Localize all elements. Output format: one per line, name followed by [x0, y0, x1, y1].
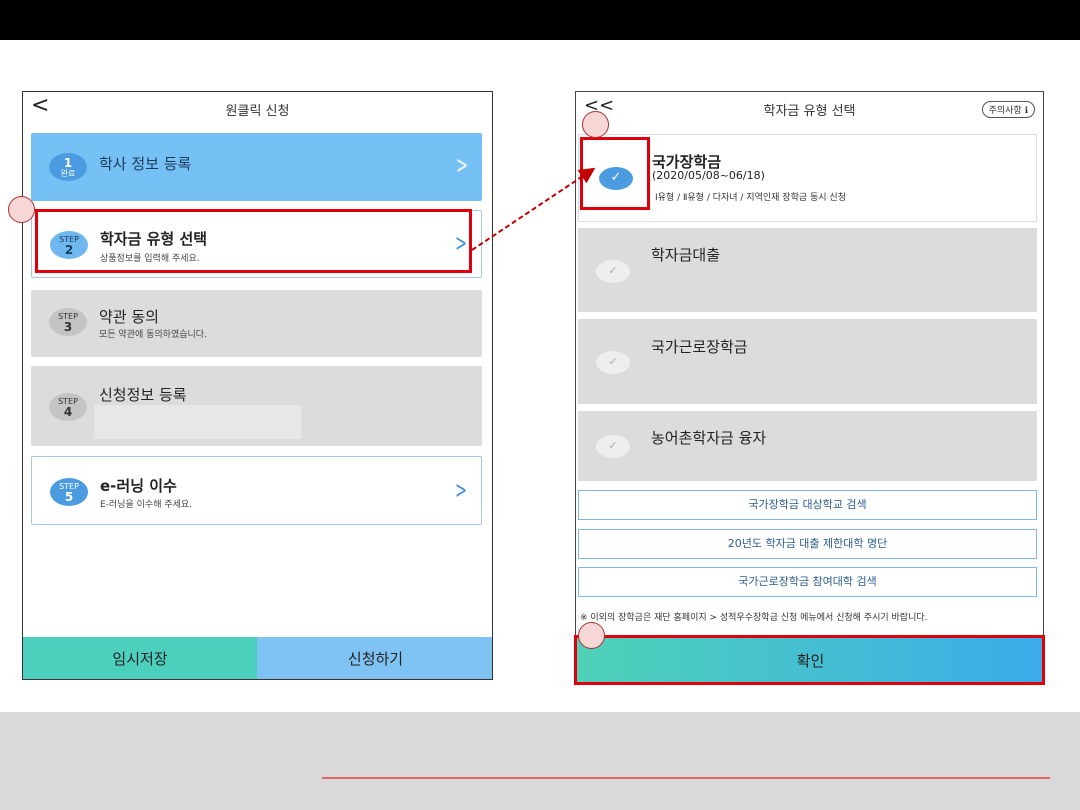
option-rural-loan[interactable]: ✓ 농어촌학자금 융자: [578, 411, 1037, 481]
step-subtitle: E-러닝을 이수해 주세요.: [100, 500, 193, 510]
option-title: 학자금대출: [651, 246, 721, 264]
screen-header: < 원클릭 신청: [23, 92, 492, 126]
step-3-terms-agreement[interactable]: STEP 3 약관 동의 모든 약관에 동의하였습니다.: [31, 290, 482, 357]
screen-title: 원클릭 신청: [225, 104, 290, 119]
option-description: Ⅰ유형 / Ⅱ유형 / 다자녀 / 지역인재 장학금 동시 신청: [655, 193, 846, 203]
footer-band: [0, 712, 1080, 810]
chevron-right-icon: >: [454, 229, 467, 257]
option-date: (2020/05/08~06/18): [652, 169, 765, 182]
check-icon[interactable]: ✓: [596, 260, 630, 283]
temp-save-button[interactable]: 임시저장: [23, 637, 257, 679]
step-subtitle: 모든 약관에 동의하였습니다.: [99, 330, 207, 340]
link-loan-restricted-list[interactable]: 20년도 학자금 대출 제한대학 명단: [578, 529, 1037, 559]
step-4-application-info[interactable]: STEP 4 신청정보 등록: [31, 366, 482, 446]
chevron-right-icon: >: [455, 151, 468, 179]
step-badge: 1 완료: [49, 153, 87, 181]
footer-divider: [322, 777, 1050, 779]
notice-button[interactable]: 주의사항 ℹ: [981, 101, 1035, 118]
option-title: 국가근로장학금: [651, 338, 748, 356]
step-title: 신청정보 등록: [99, 386, 187, 404]
step-5-elearning[interactable]: STEP 5 e-러닝 이수 E-러닝을 이수해 주세요. >: [31, 456, 482, 525]
step-title: 학사 정보 등록: [99, 155, 192, 173]
step-subtitle: 상품정보를 입력해 주세요.: [100, 254, 200, 264]
screen-title: 학자금 유형 선택: [763, 104, 856, 119]
option-student-loan[interactable]: ✓ 학자금대출: [578, 228, 1037, 312]
footnote: ※ 이외의 장학금은 재단 홈페이지 > 성적우수장학금 신청 메뉴에서 신청해…: [580, 613, 928, 623]
step-marker-2: [582, 111, 609, 138]
blank-placeholder: [94, 405, 301, 439]
check-icon[interactable]: ✓: [599, 167, 633, 190]
step-1-academic-info[interactable]: 1 완료 학사 정보 등록 >: [31, 133, 482, 201]
screen-header: << 학자금 유형 선택 주의사항 ℹ: [576, 92, 1043, 126]
step-title: 약관 동의: [99, 308, 159, 326]
step-badge: STEP 4: [49, 393, 87, 421]
option-title: 농어촌학자금 융자: [651, 429, 767, 447]
check-icon[interactable]: ✓: [596, 435, 630, 458]
top-black-bar: [0, 0, 1080, 40]
step-title: 학자금 유형 선택: [100, 230, 208, 248]
option-work-scholarship[interactable]: ✓ 국가근로장학금: [578, 319, 1037, 404]
link-scholarship-school-search[interactable]: 국가장학금 대상학교 검색: [578, 490, 1037, 520]
step-marker-1: [8, 196, 35, 223]
loan-type-select-screen: << 학자금 유형 선택 주의사항 ℹ ✓ 국가장학금 (2020/05/08~…: [575, 91, 1044, 685]
step-badge: STEP 3: [49, 308, 87, 336]
step-marker-3: [578, 622, 605, 649]
confirm-button[interactable]: 확인: [576, 637, 1043, 684]
chevron-right-icon: >: [454, 476, 467, 504]
link-work-scholarship-search[interactable]: 국가근로장학금 참여대학 검색: [578, 567, 1037, 597]
option-national-scholarship[interactable]: ✓ 국가장학금 (2020/05/08~06/18) Ⅰ유형 / Ⅱ유형 / 다…: [578, 134, 1037, 222]
step-badge: STEP 2: [50, 231, 88, 259]
apply-button[interactable]: 신청하기: [257, 637, 492, 679]
check-icon[interactable]: ✓: [596, 351, 630, 374]
one-click-application-screen: < 원클릭 신청 1 완료 학사 정보 등록 > STEP 2 학자금 유형 선…: [22, 91, 493, 680]
step-title: e-러닝 이수: [100, 477, 177, 495]
step-2-loan-type[interactable]: STEP 2 학자금 유형 선택 상품정보를 입력해 주세요. >: [31, 210, 482, 278]
step-badge: STEP 5: [50, 478, 88, 506]
